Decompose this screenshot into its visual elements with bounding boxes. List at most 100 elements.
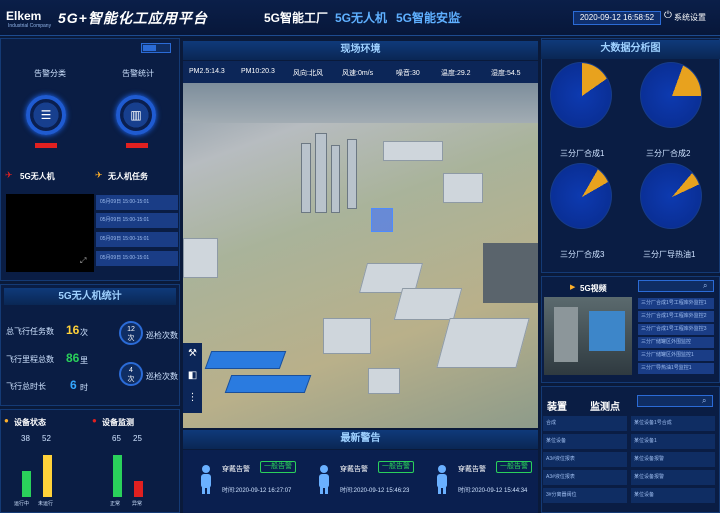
mission-item[interactable]: 05月09日 15:00-15:01 (96, 251, 178, 266)
device-item[interactable]: 某位设备1号合成 (631, 416, 715, 431)
device-item[interactable]: 某位设备报警 (631, 452, 715, 467)
bigdata-title: 大数据分析图 (541, 40, 720, 59)
alarm-class-badge (35, 143, 57, 148)
fullscreen-icon[interactable]: ⤢ (80, 256, 86, 266)
alarm-card[interactable]: 穿戴告警 一般告警 时间:2020-09-12 15:44:34 (426, 456, 536, 506)
nav-smart-factory[interactable]: 5G智能工厂 (264, 9, 328, 26)
device-item[interactable]: 某位设备报警 (631, 470, 715, 485)
device-item[interactable]: 某位设备1 (631, 434, 715, 449)
video-list-item[interactable]: 三分厂储罐区外围监控1 (638, 350, 714, 361)
video-search-input[interactable]: ⌕ (638, 280, 714, 292)
alarm-stats-chart[interactable]: ▥ (116, 95, 156, 135)
building (183, 238, 218, 278)
device-item[interactable]: 合成 (543, 416, 627, 431)
nav-drone[interactable]: 5G无人机 (335, 9, 387, 26)
radar-chart[interactable] (550, 163, 612, 229)
radar-sector (641, 63, 701, 127)
blue-roof-building (224, 375, 312, 393)
stat-label: 飞行总时长 (6, 382, 46, 391)
stat-value: 86 (66, 351, 80, 365)
device-item[interactable]: A3#液位报表 (543, 470, 627, 485)
selected-unit-highlight[interactable] (371, 208, 393, 232)
radar-sector (641, 164, 701, 228)
inspection-ring: 12 次 (119, 321, 143, 345)
drone-title: 5G无人机 (20, 172, 55, 181)
status-count: 52 (42, 434, 51, 443)
bar-chart-icon: ▥ (130, 108, 142, 122)
video-title: 5G视频 (580, 284, 607, 293)
stat-label: 总飞行任务数 (6, 327, 54, 336)
alarm-card[interactable]: 穿戴告警 一般告警 时间:2020-09-12 16:27:07 (190, 456, 300, 506)
logo-subtitle: Industrial Company (8, 23, 52, 29)
drone-video-feed[interactable]: ⤢ (6, 194, 94, 272)
building (383, 141, 443, 161)
site-video-feed[interactable] (544, 297, 632, 375)
env-wind-speed: 风速:0m/s (342, 70, 374, 77)
video-list-item[interactable]: 三分厂合成1号工程库外监控1 (638, 298, 714, 309)
mission-item[interactable]: 05月09日 15:00-15:01 (96, 232, 178, 247)
mission-item[interactable]: 05月09日 15:00-15:01 (96, 195, 178, 210)
warehouse (393, 288, 463, 320)
nav-smart-safety[interactable]: 5G智能安监 (396, 9, 460, 26)
footprint-icon[interactable]: ⋮ (183, 387, 202, 409)
video-list-item[interactable]: 三分厂合成1号工程库外监控2 (638, 311, 714, 322)
map-horizon (183, 83, 538, 123)
tab-monitor-point[interactable]: 监测点 (590, 398, 620, 413)
inspection-ring: 4 次 (119, 362, 143, 386)
system-settings-link[interactable]: 系统设置 (674, 12, 706, 23)
env-pm10: PM10:20.3 (241, 68, 275, 75)
warehouse (436, 318, 530, 368)
device-item[interactable]: 3#分离器阀位 (543, 488, 627, 503)
hammer-icon[interactable]: ⚒ (183, 343, 202, 365)
bar-label: 运行中 (14, 501, 30, 507)
status-bar-stopped (43, 455, 52, 497)
device-monitor-title: 设备监测 (102, 418, 134, 427)
video-list-item[interactable]: 三分厂导热油1号监控1 (638, 363, 714, 374)
radar-sector (551, 164, 611, 228)
device-item[interactable]: A3#液位报表 (543, 452, 627, 467)
device-search-input[interactable]: ⌕ (637, 395, 713, 407)
tab-device[interactable]: 装置 (547, 398, 567, 413)
status-bar-running (22, 471, 31, 497)
search-icon[interactable]: ⌕ (702, 396, 706, 406)
power-icon[interactable]: ⏻ (664, 10, 672, 21)
mission-item[interactable]: 05月09日 15:00-15:01 (96, 213, 178, 228)
monitor-bar-abnormal (134, 481, 143, 497)
video-list-item[interactable]: 三分厂合成1号工程库外监控3 (638, 324, 714, 335)
alarm-card[interactable]: 穿戴告警 一般告警 时间:2020-09-12 15:46:23 (308, 456, 418, 506)
search-icon[interactable]: ⌕ (703, 281, 707, 291)
radar-chart[interactable] (640, 62, 702, 128)
device-item[interactable]: 某位设备 (631, 488, 715, 503)
alarm-level-tag: 一般告警 (378, 461, 414, 473)
plant-3d-map[interactable]: ⚒ ◧ ⋮ (183, 83, 538, 428)
env-pm25: PM2.5:14.3 (189, 68, 225, 75)
alarm-stats-label: 告警统计 (122, 69, 154, 78)
alarm-stats-badge (126, 143, 148, 148)
radar-chart[interactable] (640, 163, 702, 229)
alarm-level-tag: 一般告警 (496, 461, 532, 473)
camera-icon[interactable]: ◧ (183, 365, 202, 387)
toggle-switch[interactable] (141, 43, 171, 53)
stat-value: 6 (70, 378, 77, 392)
blue-roof-building (204, 351, 287, 369)
radar-label: 三分厂合成2 (646, 149, 691, 158)
env-temperature: 温度:29.2 (441, 70, 471, 77)
radar-chart[interactable] (550, 62, 612, 128)
stat-value: 16 (66, 323, 80, 337)
person-icon (316, 464, 332, 494)
map-tools: ⚒ ◧ ⋮ (183, 343, 202, 413)
device-item[interactable]: 某位设备 (543, 434, 627, 449)
chevron-down-icon[interactable]: ⌄ (456, 10, 464, 21)
monitor-count: 65 (112, 434, 121, 443)
ring-label: 巡检次数 (146, 372, 178, 381)
alarm-type: 穿戴告警 (458, 466, 486, 473)
right-structure (483, 243, 538, 303)
radar-sector (551, 63, 611, 127)
building (368, 368, 400, 394)
ring-unit: 次 (127, 335, 135, 342)
alarm-class-chart[interactable]: ☰ (26, 95, 66, 135)
reactor-tower (331, 145, 340, 213)
env-humidity: 湿度:54.5 (491, 70, 521, 77)
stat-unit: 里 (80, 356, 88, 365)
video-list-item[interactable]: 三分厂储罐区外围监控 (638, 337, 714, 348)
